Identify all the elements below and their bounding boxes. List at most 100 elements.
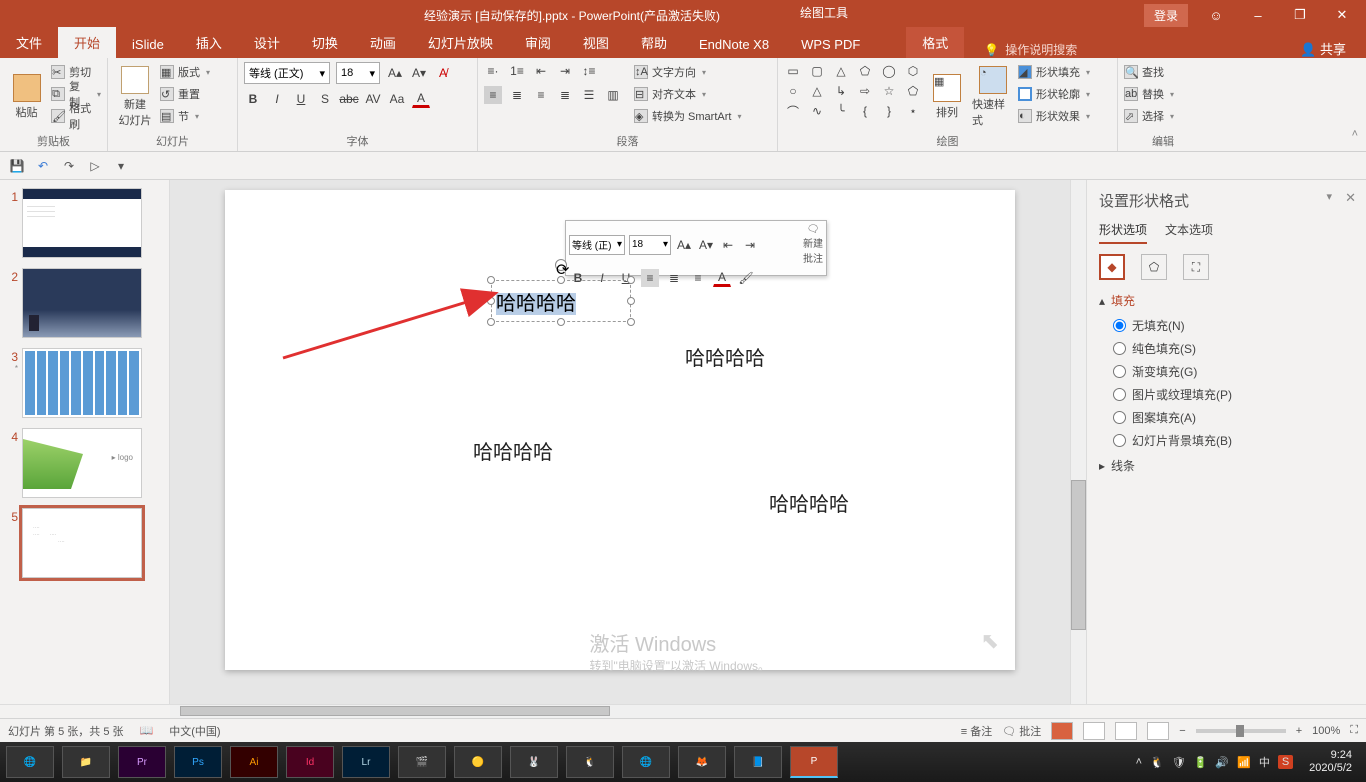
tray-sogou-icon[interactable]: S: [1278, 755, 1293, 769]
quick-styles-button[interactable]: ◔快速样式: [972, 62, 1014, 131]
taskbar-app-illustrator[interactable]: Ai: [230, 746, 278, 778]
new-slide-button[interactable]: 新建 幻灯片: [114, 62, 156, 131]
select-button[interactable]: ⬀选择: [1124, 106, 1174, 126]
taskbar-app-12[interactable]: 🦊: [678, 746, 726, 778]
opt-slidebg-fill[interactable]: 幻灯片背景填充(B): [1113, 432, 1354, 449]
justify-button[interactable]: ≣: [556, 86, 574, 104]
qat-customize[interactable]: ▾: [112, 157, 130, 175]
fit-window-button[interactable]: ⛶: [1350, 724, 1358, 737]
replace-button[interactable]: ab替换: [1124, 84, 1174, 104]
taskbar-app-1[interactable]: 📁: [62, 746, 110, 778]
tab-islide[interactable]: iSlide: [116, 31, 180, 58]
face-frame-icon[interactable]: ☺: [1196, 0, 1236, 30]
mini-font-combo[interactable]: 等线 (正)▾: [569, 235, 625, 255]
align-left-button[interactable]: ≡: [484, 86, 502, 104]
find-button[interactable]: 🔍查找: [1124, 62, 1174, 82]
opt-picture-fill[interactable]: 图片或纹理填充(P): [1113, 386, 1354, 403]
tray-up-icon[interactable]: ˄: [1136, 756, 1142, 768]
sorter-view-button[interactable]: [1083, 722, 1105, 740]
tab-design[interactable]: 设计: [238, 27, 296, 58]
mini-align-left[interactable]: ≡: [641, 269, 659, 287]
pane-close-button[interactable]: ✕: [1345, 190, 1356, 206]
slide[interactable]: 等线 (正)▾ 18▾ A▴ A▾ ⇤ ⇥ 🗨新建 批注 B I U ≡ ≣ ≡…: [225, 190, 1015, 670]
columns-button[interactable]: ▥: [604, 86, 622, 104]
thumb-4[interactable]: ▸ logo: [22, 428, 142, 498]
reset-button[interactable]: ↺重置: [160, 84, 210, 104]
taskbar-clock[interactable]: 9:24 2020/5/2: [1301, 749, 1360, 775]
align-right-button[interactable]: ≡: [532, 86, 550, 104]
tell-me-search[interactable]: 💡 操作说明搜索: [984, 41, 1077, 58]
tab-view[interactable]: 视图: [567, 27, 625, 58]
opt-solid-fill[interactable]: 纯色填充(S): [1113, 340, 1354, 357]
zoom-out-button[interactable]: −: [1179, 725, 1185, 737]
indent-inc-button[interactable]: ⇥: [556, 62, 574, 80]
close-button[interactable]: ✕: [1322, 0, 1362, 30]
taskbar-app-7[interactable]: 🎬: [398, 746, 446, 778]
shadow-button[interactable]: S: [316, 90, 334, 108]
qat-redo[interactable]: ↷: [60, 157, 78, 175]
qat-undo[interactable]: ↶: [34, 157, 52, 175]
font-name-combo[interactable]: 等线 (正文)▾: [244, 62, 330, 84]
taskbar-app-8[interactable]: 🟡: [454, 746, 502, 778]
taskbar-app-premiere[interactable]: Pr: [118, 746, 166, 778]
tab-format[interactable]: 格式: [906, 27, 964, 58]
reading-view-button[interactable]: [1115, 722, 1137, 740]
font-color-button[interactable]: A: [412, 90, 430, 108]
paste-button[interactable]: 粘贴: [6, 62, 47, 131]
opt-no-fill[interactable]: 无填充(N): [1113, 317, 1354, 334]
notes-button[interactable]: ≡ 备注: [961, 723, 992, 739]
mini-size-combo[interactable]: 18▾: [629, 235, 671, 255]
pane-tab-text[interactable]: 文本选项: [1165, 221, 1213, 244]
align-text-button[interactable]: ⊟对齐文本: [634, 84, 741, 104]
thumb-1[interactable]: —————————————————————: [22, 188, 142, 258]
text-direction-button[interactable]: ↕A文字方向: [634, 62, 741, 82]
opt-pattern-fill[interactable]: 图案填充(A): [1113, 409, 1354, 426]
fill-section-header[interactable]: ▴填充: [1099, 292, 1354, 309]
taskbar-app-9[interactable]: 🐰: [510, 746, 558, 778]
shape-fill-button[interactable]: ◢形状填充: [1018, 62, 1090, 82]
effects-category-icon[interactable]: ⬠: [1141, 254, 1167, 280]
horizontal-scrollbar[interactable]: [170, 704, 1070, 718]
spacing-button[interactable]: AV: [364, 90, 382, 108]
line-section-header[interactable]: ▸线条: [1099, 457, 1354, 474]
zoom-level[interactable]: 100%: [1312, 725, 1340, 737]
size-category-icon[interactable]: ⛶: [1183, 254, 1209, 280]
taskbar-app-indesign[interactable]: Id: [286, 746, 334, 778]
mini-indent-dec[interactable]: ⇤: [719, 236, 737, 254]
taskbar-app-lightroom[interactable]: Lr: [342, 746, 390, 778]
tab-animations[interactable]: 动画: [354, 27, 412, 58]
opt-gradient-fill[interactable]: 渐变填充(G): [1113, 363, 1354, 380]
rotate-handle[interactable]: ⟳: [555, 259, 567, 271]
restore-button[interactable]: ❐: [1280, 0, 1320, 30]
taskbar-app-powerpoint[interactable]: P: [790, 746, 838, 778]
shapes-gallery[interactable]: ▭▢△⬠◯⬡ ○△↳⇨☆⬠ ⌒∿╰{}⋆: [784, 62, 922, 131]
taskbar-app-10[interactable]: 🐧: [566, 746, 614, 778]
taskbar-app-photoshop[interactable]: Ps: [174, 746, 222, 778]
increase-font-button[interactable]: A▴: [386, 64, 404, 82]
pane-tab-shape[interactable]: 形状选项: [1099, 221, 1147, 244]
arrange-button[interactable]: ▦排列: [926, 62, 968, 131]
share-button[interactable]: 👤 共享: [1300, 39, 1366, 58]
zoom-in-button[interactable]: +: [1296, 725, 1302, 737]
bold-button[interactable]: B: [244, 90, 262, 108]
clear-format-button[interactable]: A̸: [434, 64, 452, 82]
pane-options-button[interactable]: ▾: [1326, 190, 1332, 203]
taskbar-app-0[interactable]: 🌐: [6, 746, 54, 778]
indent-dec-button[interactable]: ⇤: [532, 62, 550, 80]
tray-volume-icon[interactable]: 🔊: [1215, 756, 1229, 769]
thumb-5[interactable]: ········ ···· ····: [22, 508, 142, 578]
taskbar-app-chrome[interactable]: 🌐: [622, 746, 670, 778]
mini-align-right[interactable]: ≡: [689, 269, 707, 287]
zoom-slider[interactable]: [1196, 729, 1286, 733]
strike-button[interactable]: abc: [340, 90, 358, 108]
underline-button[interactable]: U: [292, 90, 310, 108]
textbox-4[interactable]: 哈哈哈哈: [769, 488, 849, 517]
textbox-2[interactable]: 哈哈哈哈: [685, 342, 765, 371]
textbox-selection[interactable]: ⟳ 哈哈哈哈: [491, 280, 631, 322]
decrease-font-button[interactable]: A▾: [410, 64, 428, 82]
thumb-3[interactable]: [22, 348, 142, 418]
tray-network-icon[interactable]: 📶: [1237, 756, 1251, 769]
comments-button[interactable]: 🗨 批注: [1002, 723, 1041, 739]
minimize-button[interactable]: –: [1238, 0, 1278, 30]
distribute-button[interactable]: ☰: [580, 86, 598, 104]
